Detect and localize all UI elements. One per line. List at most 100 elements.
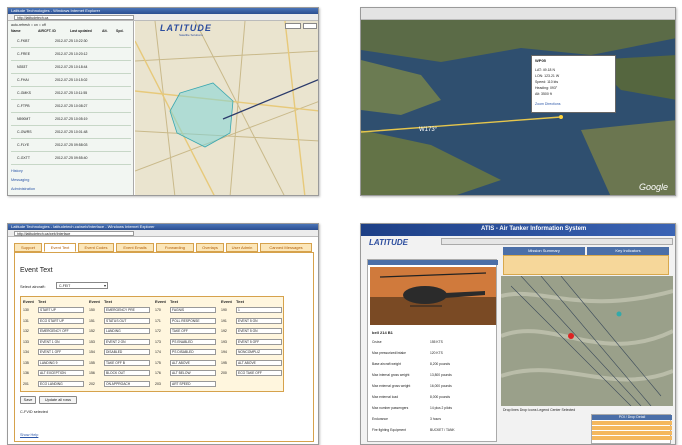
event-code: 174 <box>155 350 161 354</box>
aircraft-row[interactable]: N590MT 2012-07-25 10:05:19 <box>11 114 131 126</box>
aircraft-row[interactable]: C-FHAI 2012-07-25 10:15:02 <box>11 75 131 87</box>
aircraft-select-label: Select aircraft: <box>20 284 46 289</box>
event-text-field[interactable]: PS ENABLED <box>170 338 216 345</box>
col-spd[interactable]: Spd. <box>116 29 124 33</box>
col-updated[interactable]: Last updated <box>70 29 92 33</box>
event-code: 170 <box>155 308 161 312</box>
update-all-rows-button[interactable]: Update all rows <box>39 396 77 404</box>
earth-terrain[interactable] <box>361 20 676 196</box>
tab-event-codes[interactable]: Event Codes <box>78 243 114 252</box>
event-text-field[interactable]: EVENT 1 ON <box>38 338 84 345</box>
event-text-field[interactable]: START UP <box>38 307 84 313</box>
tab-mission-summary[interactable]: Mission Summary <box>503 247 585 255</box>
event-text-field[interactable]: ART SPEED <box>170 380 216 387</box>
event-code: 131 <box>23 318 29 323</box>
event-text-field[interactable]: EVENT 5 OFF <box>236 338 282 345</box>
spec-value: BUCKET / TANK <box>430 428 455 432</box>
table-row[interactable] <box>592 426 672 430</box>
event-text-field[interactable]: FAGNIS <box>170 307 216 313</box>
section-history[interactable]: History <box>11 169 23 173</box>
event-code: 152 <box>89 329 95 333</box>
aircraft-row[interactable]: C-FTPB 2012-07-25 10:08:27 <box>11 101 131 113</box>
tab-canned-messages[interactable]: Canned Messages <box>260 243 312 252</box>
satellite-button[interactable] <box>303 23 317 29</box>
event-text-field[interactable]: POLL RESPONSE <box>170 317 216 324</box>
col-name[interactable]: Name <box>11 29 21 33</box>
url-field[interactable]: http://latitudetech.ca/web/Interface <box>14 231 134 236</box>
map-legend[interactable]: Drop lines Drop icons Legend Center Sele… <box>503 408 575 412</box>
event-text-field[interactable]: EMERGENCY PRE <box>104 307 150 313</box>
map-type-button[interactable] <box>285 23 301 29</box>
event-text-field[interactable]: TAKE OFF B <box>104 359 150 366</box>
aircraft-row[interactable]: C-GMKS 2012-07-25 10:11:55 <box>11 88 131 100</box>
event-code: 172 <box>155 329 161 333</box>
grid-header: Event <box>89 299 100 304</box>
event-text-field[interactable]: ECO LANDING <box>38 380 84 387</box>
aircraft-time: 2012-07-25 10:01:48 <box>55 130 88 134</box>
event-text-field[interactable]: TAKE OFF <box>170 328 216 334</box>
tab-event-emails[interactable]: Event Emails <box>116 243 154 252</box>
event-text-field[interactable]: PS DISABLED <box>170 349 216 355</box>
event-text-field[interactable]: EVENT 5 ON <box>236 328 282 334</box>
tab-user-admin[interactable]: User Admin <box>226 243 258 252</box>
event-text-field[interactable]: ALT ABOVE <box>236 359 282 366</box>
tab-event-text[interactable]: Event Text <box>44 243 76 252</box>
event-text-field[interactable]: BLOCK OUT <box>104 370 150 376</box>
tab-support[interactable]: Support <box>14 243 42 252</box>
aircraft-row[interactable]: C-FKBT 2012-07-25 10:22:30 <box>11 36 131 48</box>
col-id[interactable]: AIRCFT. ID <box>38 29 56 33</box>
tracking-map[interactable]: LATITUDE Satellite Solutions <box>135 21 318 195</box>
event-text-field[interactable]: EVENT 5 ON <box>236 317 282 324</box>
event-text-field[interactable]: DISABLED <box>104 349 150 355</box>
popup-line: LAT: 49.18 N <box>535 68 555 72</box>
show-help-link[interactable]: Show Help <box>20 433 38 437</box>
spec-label: Fire fighting Equipment <box>372 428 406 432</box>
event-text-field[interactable]: NONCOMPLIZ <box>236 349 282 355</box>
spec-label: Base aircraft weight <box>372 362 401 366</box>
event-text-field[interactable]: ECO START UP <box>38 317 84 324</box>
aircraft-select[interactable]: C-FEIT ▾ <box>56 282 108 289</box>
event-text-field[interactable]: EMERGENCY OFF <box>38 328 84 334</box>
event-text-field[interactable]: EVENT 1 OFF <box>38 349 84 355</box>
event-text-field[interactable]: ON APPROACH <box>104 380 150 387</box>
col-alt[interactable]: Alt. <box>102 29 108 33</box>
table-row[interactable] <box>592 421 672 425</box>
event-text-field[interactable]: ECO TAKE OFF <box>236 370 282 376</box>
terrain-map[interactable] <box>501 276 673 406</box>
event-code: 201 <box>23 381 29 386</box>
popup-link[interactable]: Zoom Directions <box>535 102 560 106</box>
aircraft-row[interactable]: C-FLYE 2012-07-25 09:58:03 <box>11 140 131 152</box>
atis-controls[interactable] <box>441 238 673 245</box>
table-row[interactable] <box>592 436 672 440</box>
table-row[interactable] <box>592 431 672 435</box>
event-text-field[interactable]: ALT EXCEPTION <box>38 370 84 376</box>
section-messaging[interactable]: Messaging <box>11 178 29 182</box>
event-text-field[interactable]: 1 <box>236 307 282 313</box>
spec-label: Cruise <box>372 340 382 344</box>
aircraft-row[interactable]: C-GWRS 2012-07-25 10:01:48 <box>11 127 131 139</box>
event-text-field[interactable]: EVENT 2 ON <box>104 338 150 345</box>
tab-overlays[interactable]: Overlays <box>196 243 224 252</box>
event-text-field[interactable]: ALT BELOW <box>170 370 216 376</box>
tab-key-indicators[interactable]: Key Indicators <box>587 247 669 255</box>
refresh-filter[interactable]: auto-refresh ○ on ○ off <box>11 23 46 27</box>
tab-forwarding[interactable]: Forwarding <box>156 243 194 252</box>
url-field[interactable]: http://latitudetech.ca <box>14 15 134 20</box>
panel-header <box>368 260 498 265</box>
google-logo: Google <box>639 182 669 192</box>
event-text-field[interactable]: ALT ABOVE <box>170 359 216 366</box>
banner-title: ATIS - Air Tanker Information System <box>481 226 587 232</box>
page-title: Event Text <box>20 267 53 274</box>
section-administration[interactable]: Administration <box>11 187 35 191</box>
aircraft-select-value: C-FEIT <box>59 284 71 288</box>
save-button[interactable]: Save <box>20 396 36 404</box>
aircraft-row[interactable]: N353T 2012-07-25 10:18:44 <box>11 62 131 74</box>
aircraft-name: C-FKBT <box>17 39 30 43</box>
aircraft-time: 2012-07-25 10:05:19 <box>55 117 88 121</box>
aircraft-row[interactable]: C-FREE 2012-07-25 10:20:12 <box>11 49 131 61</box>
event-text-field[interactable]: STATUS OUT <box>104 317 150 324</box>
aircraft-row[interactable]: C-GXTT 2012-07-25 09:55:40 <box>11 153 131 165</box>
event-code: 202 <box>89 381 95 386</box>
event-text-field[interactable]: LANDING <box>104 328 150 334</box>
event-text-field[interactable]: LANDING 9 <box>38 359 84 366</box>
